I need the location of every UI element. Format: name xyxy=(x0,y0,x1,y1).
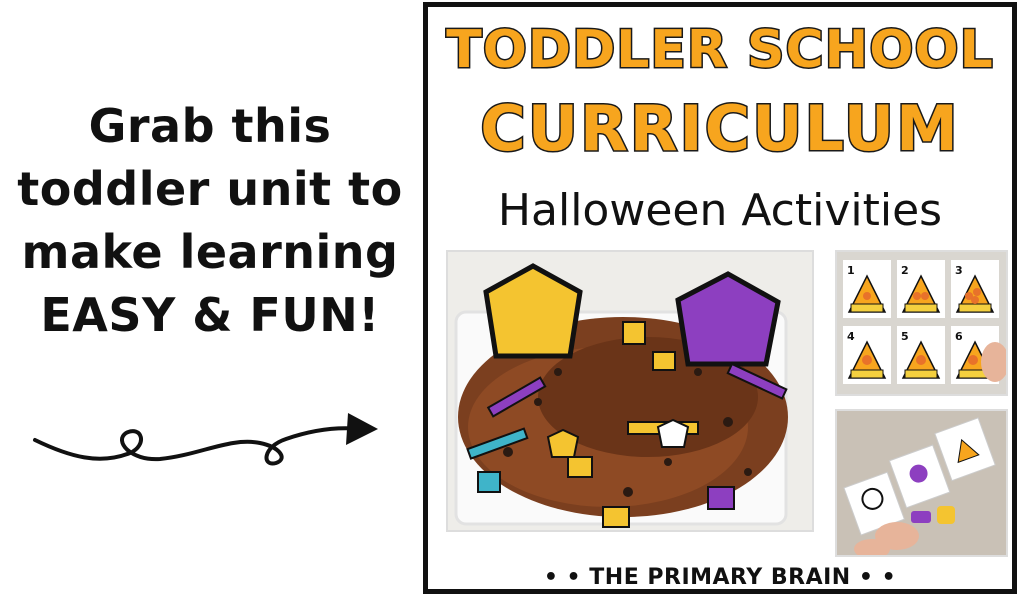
promo-line-3: make learning xyxy=(21,225,399,279)
promo-line-1: Grab this xyxy=(88,99,332,153)
sensory-bin-photo xyxy=(446,250,814,532)
cover-title-line-2: CURRICULUM xyxy=(479,91,960,167)
brand-footer: • • THE PRIMARY BRAIN • • xyxy=(543,565,897,590)
svg-text:1: 1 xyxy=(847,264,855,277)
promo-line-4: EASY & FUN! xyxy=(40,288,380,342)
candy-corn-counting-photo: 1 2 3 4 5 6 xyxy=(835,250,1008,396)
cover-subtitle: Halloween Activities xyxy=(497,185,943,236)
svg-text:6: 6 xyxy=(955,330,963,343)
svg-text:2: 2 xyxy=(901,264,909,277)
promo-line-2: toddler unit to xyxy=(17,162,403,216)
svg-text:3: 3 xyxy=(955,264,963,277)
svg-text:5: 5 xyxy=(901,330,909,343)
curly-arrow-icon xyxy=(33,413,378,466)
promo-text: Grab this toddler unit to make learning … xyxy=(0,95,420,347)
cover-title-line-1: TODDLER SCHOOL xyxy=(445,19,994,82)
product-cover[interactable]: TODDLER SCHOOL CURRICULUM Halloween Acti… xyxy=(423,2,1017,594)
halloween-word-cards-photo xyxy=(835,409,1008,557)
svg-text:4: 4 xyxy=(847,330,855,343)
